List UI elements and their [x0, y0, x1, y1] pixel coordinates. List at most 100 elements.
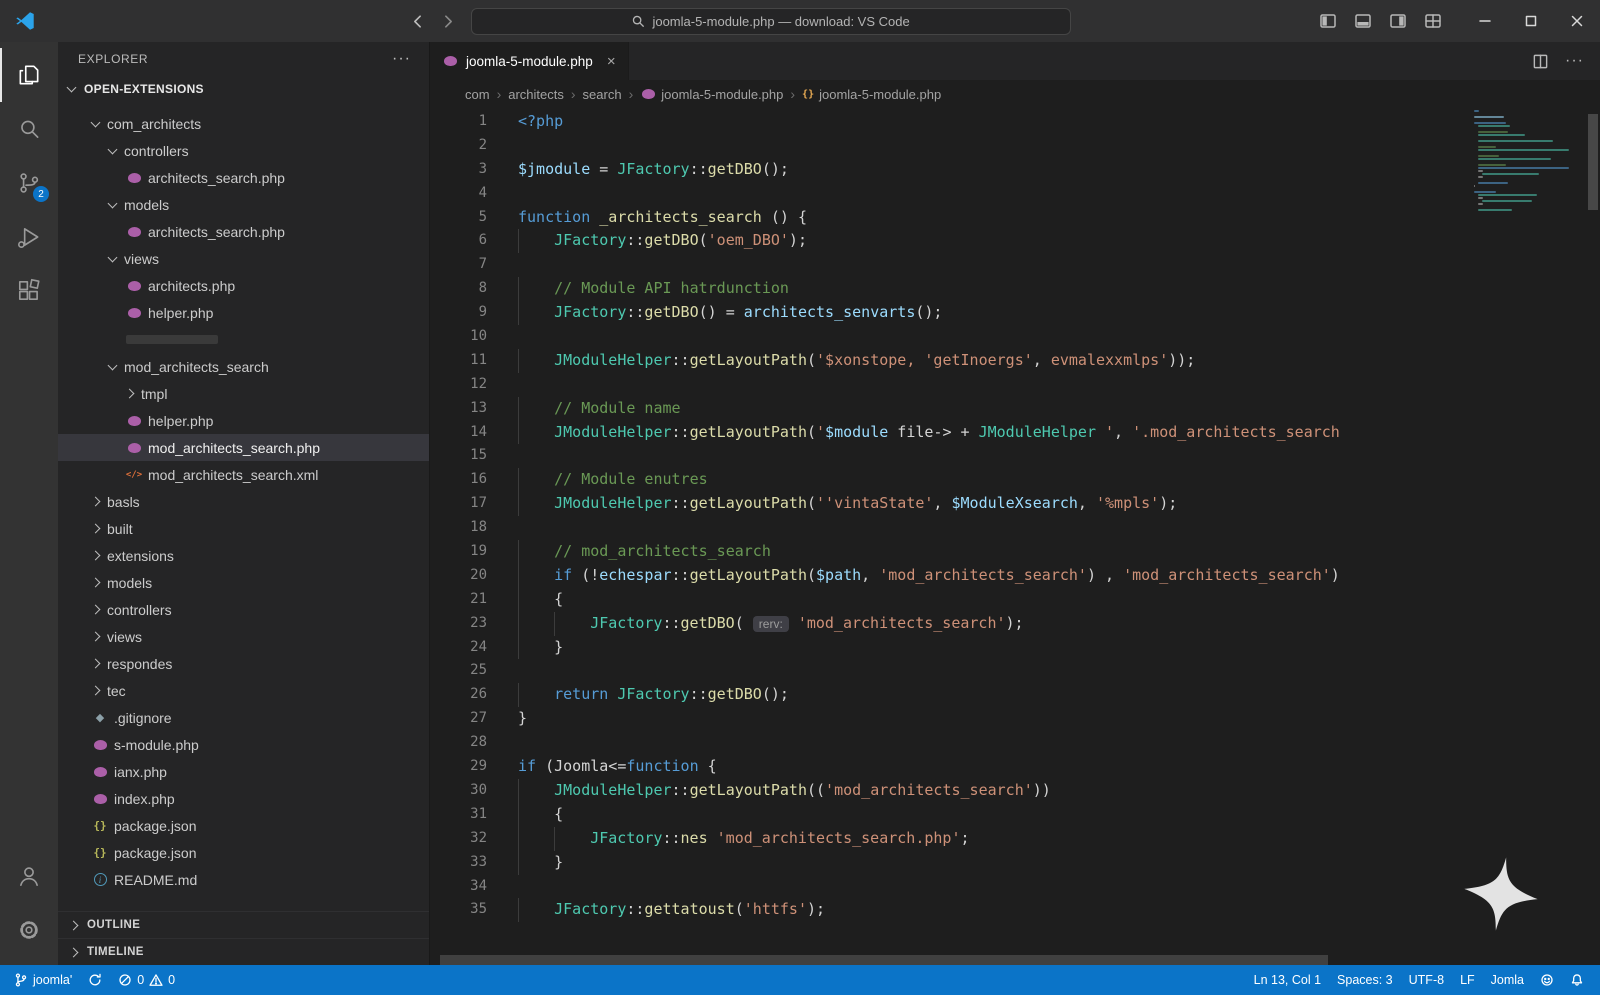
toggle-secondary-sidebar-icon[interactable]: [1389, 12, 1407, 30]
tree-file-item[interactable]: architects_search.php: [58, 218, 429, 245]
code-line[interactable]: 6JFactory::getDBO('oem_DBO');: [430, 229, 1470, 253]
toggle-panel-icon[interactable]: [1354, 12, 1372, 30]
notifications-bell-icon[interactable]: [1562, 973, 1592, 987]
code-line[interactable]: 10: [430, 325, 1470, 349]
tree-file-item[interactable]: ianx.php: [58, 758, 429, 785]
minimap[interactable]: [1474, 110, 1586, 212]
code-line[interactable]: 9JFactory::getDBO() = architects_senvart…: [430, 301, 1470, 325]
workspace-root-header[interactable]: OPEN-EXTENSIONS: [58, 76, 429, 102]
activity-search[interactable]: [0, 102, 58, 156]
tree-file-item[interactable]: architects_search.php: [58, 164, 429, 191]
code-line[interactable]: 23JFactory::getDBO( rerv: 'mod_architect…: [430, 612, 1470, 636]
code-line[interactable]: 16// Module enutres: [430, 468, 1470, 492]
code-line[interactable]: 17JModuleHelper::getLayoutPath(''vintaSt…: [430, 492, 1470, 516]
tree-folder-item[interactable]: views: [58, 245, 429, 272]
activity-settings[interactable]: [0, 903, 58, 957]
code-line[interactable]: 24}: [430, 636, 1470, 660]
tree-file-item[interactable]: architects.php: [58, 272, 429, 299]
code-line[interactable]: 14JModuleHelper::getLayoutPath('$module …: [430, 421, 1470, 445]
status-cursor-position[interactable]: Ln 13, Col 1: [1246, 973, 1329, 987]
customize-layout-icon[interactable]: [1424, 12, 1442, 30]
minimize-button[interactable]: [1462, 0, 1508, 42]
tree-file-item[interactable]: helper.php: [58, 299, 429, 326]
git-branch-status[interactable]: joomla': [6, 973, 80, 987]
problems-status[interactable]: 00: [110, 973, 183, 987]
outline-section[interactable]: OUTLINE: [58, 911, 429, 938]
tree-file-item[interactable]: mod_architects_search.php: [58, 434, 429, 461]
code-line[interactable]: 35JFactory::gettatoust('httfs');: [430, 898, 1470, 922]
tree-folder-item[interactable]: models: [58, 191, 429, 218]
tree-folder-item[interactable]: tmpl: [58, 380, 429, 407]
horizontal-scrollbar[interactable]: [430, 955, 1470, 965]
tree-folder-item[interactable]: respondes: [58, 650, 429, 677]
breadcrumb-item[interactable]: architects: [508, 87, 564, 102]
more-actions-icon[interactable]: ···: [392, 50, 411, 68]
code-line[interactable]: 29if (Joomla<=function {: [430, 755, 1470, 779]
back-button[interactable]: [409, 13, 426, 30]
code-line[interactable]: 33}: [430, 851, 1470, 875]
command-center[interactable]: joomla-5-module.php — download: VS Code: [471, 8, 1071, 35]
forward-button[interactable]: [440, 13, 457, 30]
status-language-mode[interactable]: Jomla: [1483, 973, 1532, 987]
tree-file-item[interactable]: </>mod_architects_search.xml: [58, 461, 429, 488]
code-line[interactable]: 15: [430, 444, 1470, 468]
breadcrumb-item[interactable]: com: [465, 87, 490, 102]
code-line[interactable]: 20if (!echespar::getLayoutPath($path, 'm…: [430, 564, 1470, 588]
activity-explorer[interactable]: [0, 48, 58, 102]
code-line[interactable]: 27}: [430, 707, 1470, 731]
tree-folder-item[interactable]: basls: [58, 488, 429, 515]
timeline-section[interactable]: TIMELINE: [58, 938, 429, 965]
tree-file-item[interactable]: index.php: [58, 785, 429, 812]
tree-folder-item[interactable]: built: [58, 515, 429, 542]
vertical-scrollbar[interactable]: [1586, 108, 1600, 965]
activity-extensions[interactable]: [0, 264, 58, 318]
tree-file-item[interactable]: s-module.php: [58, 731, 429, 758]
editor-more-actions-icon[interactable]: ···: [1565, 52, 1584, 70]
tree-file-item[interactable]: {}package.json: [58, 812, 429, 839]
code-line[interactable]: 11JModuleHelper::getLayoutPath('$xonstop…: [430, 349, 1470, 373]
code-editor[interactable]: 1<?php23$jmodule = JFactory::getDBO();45…: [430, 108, 1600, 965]
maximize-button[interactable]: [1508, 0, 1554, 42]
tab-joomla-5-module[interactable]: joomla-5-module.php ×: [430, 42, 629, 80]
scrollbar-thumb[interactable]: [440, 955, 1328, 965]
code-line[interactable]: 4: [430, 182, 1470, 206]
status-indentation[interactable]: Spaces: 3: [1329, 973, 1401, 987]
code-line[interactable]: 28: [430, 731, 1470, 755]
tree-folder-item[interactable]: controllers: [58, 596, 429, 623]
tree-folder-item[interactable]: extensions: [58, 542, 429, 569]
sync-status[interactable]: [80, 973, 110, 987]
tree-folder-item[interactable]: com_architects: [58, 110, 429, 137]
tree-folder-item[interactable]: models: [58, 569, 429, 596]
tree-folder-item[interactable]: tec: [58, 677, 429, 704]
code-line[interactable]: 5function _architects_search () {: [430, 206, 1470, 230]
activity-source-control[interactable]: 2: [0, 156, 58, 210]
activity-account[interactable]: [0, 849, 58, 903]
toggle-sidebar-icon[interactable]: [1319, 12, 1337, 30]
tree-file-item[interactable]: iREADME.md: [58, 866, 429, 893]
code-line[interactable]: 31{: [430, 803, 1470, 827]
tree-folder-item[interactable]: views: [58, 623, 429, 650]
status-eol[interactable]: LF: [1452, 973, 1483, 987]
code-line[interactable]: 30JModuleHelper::getLayoutPath(('mod_arc…: [430, 779, 1470, 803]
copilot-sparkle-icon[interactable]: [1464, 857, 1538, 931]
code-line[interactable]: 12: [430, 373, 1470, 397]
code-line[interactable]: 34: [430, 875, 1470, 899]
scrollbar-thumb[interactable]: [1588, 114, 1598, 210]
tree-folder-item[interactable]: controllers: [58, 137, 429, 164]
code-line[interactable]: 18: [430, 516, 1470, 540]
tree-folder-item[interactable]: mod_architects_search: [58, 353, 429, 380]
close-tab-icon[interactable]: ×: [607, 53, 616, 70]
tree-file-item[interactable]: helper.php: [58, 407, 429, 434]
tree-file-item[interactable]: ◆.gitignore: [58, 704, 429, 731]
code-line[interactable]: 8// Module API hatrdunction: [430, 277, 1470, 301]
breadcrumb-item[interactable]: {}joomla-5-module.php: [802, 87, 941, 102]
breadcrumb-item[interactable]: joomla-5-module.php: [640, 86, 783, 102]
code-line[interactable]: 25: [430, 659, 1470, 683]
code-line[interactable]: 1<?php: [430, 110, 1470, 134]
activity-run-debug[interactable]: [0, 210, 58, 264]
code-line[interactable]: 19// mod_architects_search: [430, 540, 1470, 564]
code-line[interactable]: 26return JFactory::getDBO();: [430, 683, 1470, 707]
split-editor-icon[interactable]: [1532, 53, 1549, 70]
close-button[interactable]: [1554, 0, 1600, 42]
tree-file-item[interactable]: {}package.json: [58, 839, 429, 866]
